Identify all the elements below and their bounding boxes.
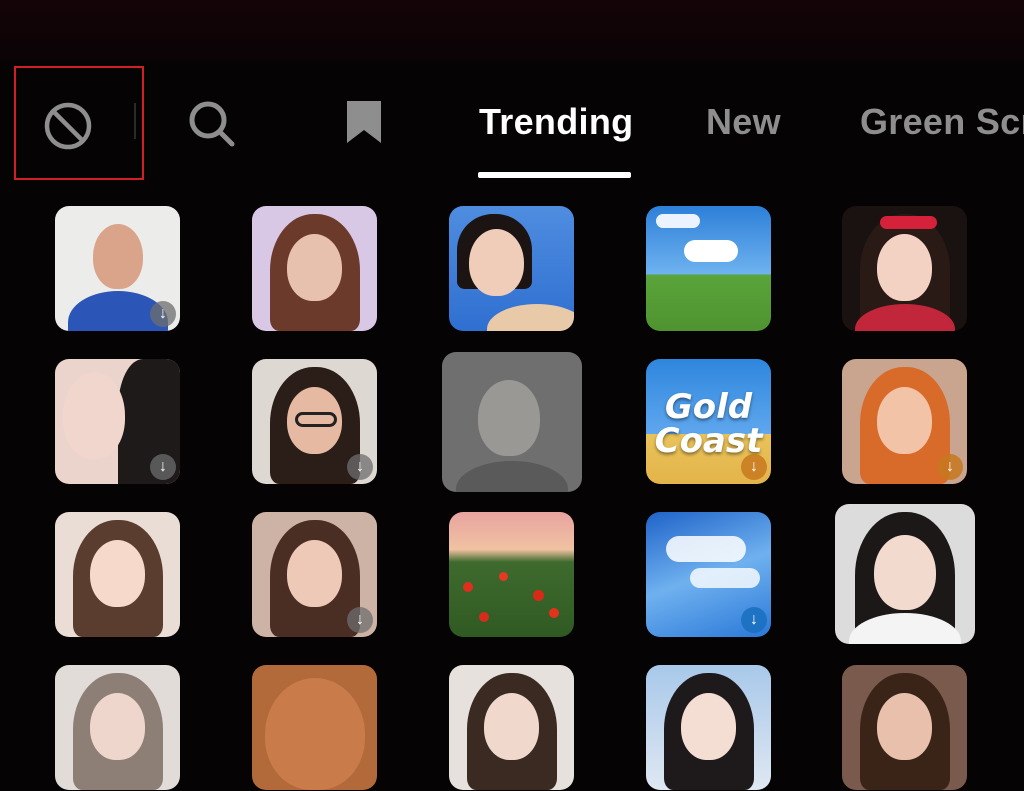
effect-thumbnail[interactable]: [252, 206, 377, 331]
effect-thumbnail[interactable]: [646, 206, 771, 331]
download-icon: ↓: [347, 454, 373, 480]
download-icon: ↓: [741, 454, 767, 480]
effect-thumbnail[interactable]: [449, 206, 574, 331]
effect-thumbnail[interactable]: ↓: [252, 512, 377, 637]
effect-thumbnail[interactable]: ↓: [842, 359, 967, 484]
top-bar: [0, 0, 1024, 62]
active-tab-indicator: [478, 172, 631, 178]
effect-thumbnail[interactable]: Gold Coast ↓: [646, 359, 771, 484]
download-icon: ↓: [150, 454, 176, 480]
effect-thumbnail[interactable]: [449, 665, 574, 790]
download-icon: ↓: [741, 607, 767, 633]
bookmark-icon[interactable]: [344, 98, 384, 146]
effect-thumbnail[interactable]: [55, 665, 180, 790]
effect-thumbnail[interactable]: ↓: [252, 359, 377, 484]
effect-thumbnail[interactable]: [835, 504, 975, 644]
effect-thumbnail[interactable]: [449, 512, 574, 637]
tab-trending[interactable]: Trending: [479, 101, 633, 143]
effect-thumbnail[interactable]: [842, 206, 967, 331]
search-icon[interactable]: [186, 98, 238, 150]
download-icon: ↓: [347, 607, 373, 633]
effect-thumbnail[interactable]: [55, 512, 180, 637]
tab-green-screen[interactable]: Green Scr: [860, 101, 1024, 143]
effect-thumbnail[interactable]: ↓: [55, 206, 180, 331]
effect-thumbnail[interactable]: ↓: [646, 512, 771, 637]
download-icon: ↓: [150, 301, 176, 327]
download-icon: ↓: [937, 454, 963, 480]
effect-thumbnail[interactable]: ↓: [55, 359, 180, 484]
toolbar-divider: [134, 103, 136, 139]
effect-thumbnail[interactable]: [842, 665, 967, 790]
effect-thumbnail[interactable]: [252, 665, 377, 790]
tab-new[interactable]: New: [706, 101, 781, 143]
highlight-box: [14, 66, 144, 180]
effect-thumbnail[interactable]: [646, 665, 771, 790]
effect-thumbnail[interactable]: [442, 352, 582, 492]
